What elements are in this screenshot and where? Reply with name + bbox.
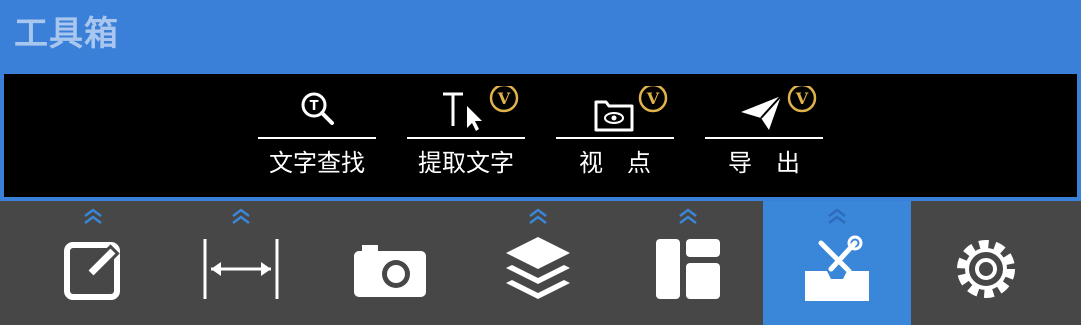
viewpoint-icon: V [594, 86, 668, 132]
camera-icon [354, 245, 426, 297]
svg-text:T: T [310, 99, 319, 114]
tool-underline [705, 137, 823, 139]
vip-badge-icon: V [489, 86, 519, 113]
export-icon: V [741, 86, 817, 130]
bottom-toolbar [0, 201, 1081, 325]
chevron-up-icon [679, 208, 697, 224]
layers-icon [506, 237, 570, 299]
nav-settings-button[interactable] [912, 201, 1060, 325]
vip-badge-icon: V [638, 86, 668, 113]
text-extract-button[interactable]: V 提取文字 [407, 74, 525, 197]
tool-label: 视 点 [579, 149, 651, 177]
layout-icon [656, 239, 720, 299]
tool-label: 文字查找 [269, 149, 365, 177]
nav-toolbox-button[interactable] [763, 201, 911, 325]
toolbox-panel: 工具箱 T 文字查找 V 提取文字 V 视 点 V 导 出 [0, 0, 1081, 201]
edit-icon [64, 242, 120, 300]
tool-label: 提取文字 [418, 149, 514, 177]
export-button[interactable]: V 导 出 [705, 74, 823, 197]
panel-title: 工具箱 [14, 14, 119, 54]
vip-badge-icon: V [787, 86, 817, 113]
tool-label: 导 出 [728, 149, 800, 177]
svg-text:V: V [497, 89, 511, 108]
nav-camera-button[interactable] [316, 201, 464, 325]
chevron-up-icon [828, 208, 846, 224]
svg-text:V: V [795, 89, 809, 108]
nav-layers-button[interactable] [464, 201, 612, 325]
chevron-up-icon [529, 208, 547, 224]
tool-underline [407, 137, 525, 139]
nav-measure-button[interactable] [167, 201, 315, 325]
chevron-up-icon [84, 208, 102, 224]
toolbox-icon [805, 235, 869, 301]
settings-icon [957, 240, 1015, 298]
nav-edit-button[interactable] [19, 201, 167, 325]
viewpoint-button[interactable]: V 视 点 [556, 74, 674, 197]
tool-area: T 文字查找 V 提取文字 V 视 点 V 导 出 [4, 74, 1077, 197]
text-search-icon: T [301, 92, 334, 125]
svg-text:V: V [646, 89, 660, 108]
nav-layout-button[interactable] [614, 201, 762, 325]
measure-icon [203, 239, 279, 299]
chevron-up-icon [232, 208, 250, 224]
tool-underline [258, 137, 376, 139]
text-extract-icon: V [443, 86, 519, 131]
tool-underline [556, 137, 674, 139]
text-search-button[interactable]: T 文字查找 [258, 74, 376, 197]
